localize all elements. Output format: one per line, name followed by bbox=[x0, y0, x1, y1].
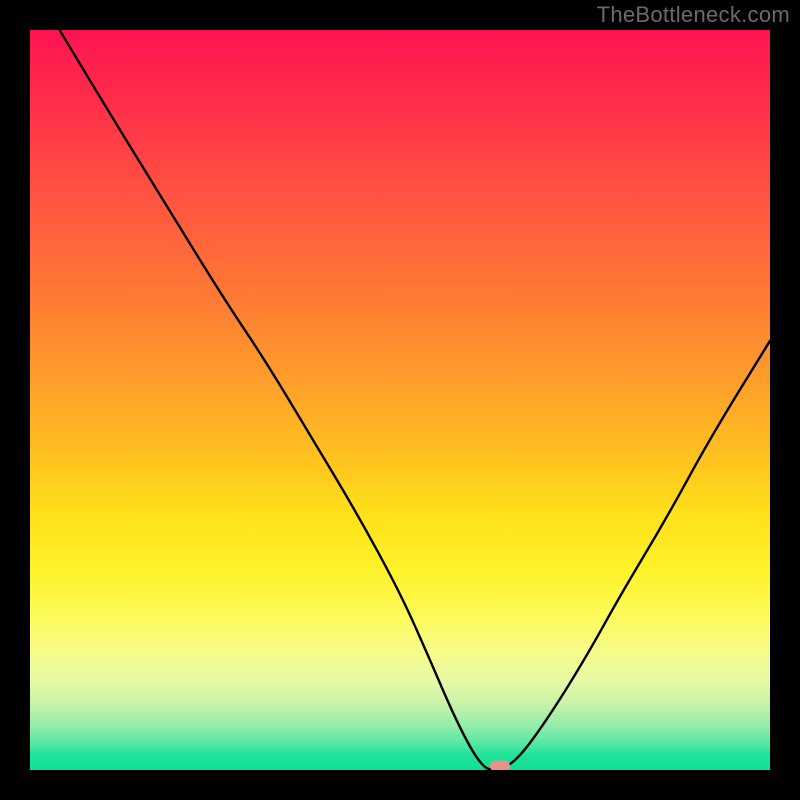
plot-area bbox=[30, 30, 770, 770]
watermark-text: TheBottleneck.com bbox=[597, 2, 790, 28]
bottleneck-marker bbox=[490, 761, 510, 771]
bottleneck-curve bbox=[30, 30, 770, 770]
chart-frame: TheBottleneck.com bbox=[0, 0, 800, 800]
curve-path bbox=[60, 30, 770, 770]
